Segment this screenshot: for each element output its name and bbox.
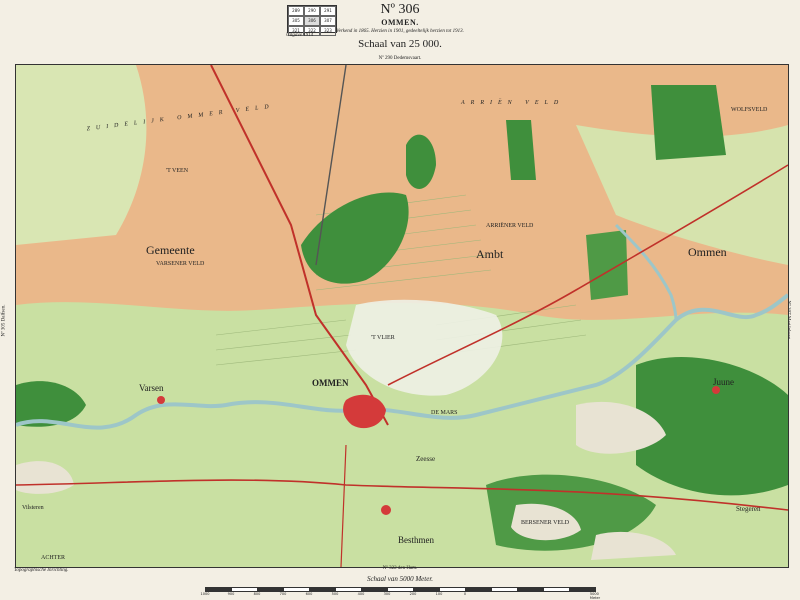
label-wolfsveld: WOLFSVELD <box>731 107 768 113</box>
scale-bar-tick: 800 <box>253 592 261 596</box>
scale-bar-segment <box>439 587 466 592</box>
label-ommen-region: Ommen <box>688 245 727 259</box>
scale-title: Schaal van 25 000. <box>358 38 442 50</box>
label-vilsteren: Vilsteren <box>22 505 44 511</box>
label-varsener-veld: VARSENER VELD <box>156 261 205 267</box>
scale-bar-tick: 1000 <box>200 592 210 596</box>
scale-bar-tick: 0 <box>463 592 467 596</box>
scale-bar-tick: 300 <box>383 592 391 596</box>
scale-bar-segment <box>491 587 518 592</box>
index-cell: 290 <box>304 6 320 16</box>
label-besthmen: Besthmen <box>398 535 434 545</box>
topographic-map: ZUIDELIJK OMMER VELD ARRIËN VELD Gemeent… <box>15 64 789 568</box>
scale-bar: 1000 900 800 700 600 500 400 300 200 100 0 5000 Met… <box>201 587 600 600</box>
index-cell: 289 <box>288 6 304 16</box>
scale-bar-tick: 700 <box>279 592 287 596</box>
label-ambt: Ambt <box>476 247 504 261</box>
label-arrien-veld: ARRIËN VELD <box>461 100 565 106</box>
forest-strip <box>506 120 536 180</box>
sheet-name: OMMEN. <box>381 18 419 27</box>
index-cell-current: 306 <box>304 16 320 26</box>
label-zeesse: Zeesse <box>416 455 436 463</box>
label-varsen: Varsen <box>139 383 164 393</box>
neighbor-sheet-top: Nº 290 Dedemsvaart. <box>378 56 422 61</box>
index-cell: 305 <box>288 16 304 26</box>
village-besthmen <box>381 505 391 515</box>
index-cell: 307 <box>320 16 336 26</box>
index-cell: 291 <box>320 6 336 16</box>
scale-bar-tick: 900 <box>227 592 235 596</box>
forest-east <box>586 230 628 300</box>
scalebar-title: Schaal van 5000 Meter. <box>366 575 434 583</box>
label-t-veen: 'T VEEN <box>166 168 189 174</box>
village-varsen <box>157 396 165 404</box>
label-ommen-town: OMMEN <box>312 378 349 388</box>
label-gemeente: Gemeente <box>146 243 195 257</box>
label-de-mars: DE MARS <box>431 410 458 416</box>
forest-northeast <box>651 85 726 160</box>
scale-bar-tick: 100 <box>435 592 443 596</box>
label-achter: ACHTER <box>41 555 65 561</box>
scale-bar-tick: 600 <box>305 592 313 596</box>
neighbor-sheet-left: Nº 305 Dalfsen. <box>1 304 7 337</box>
scale-bar-tick: 500 <box>331 592 339 596</box>
label-stegeren: Stegeren <box>736 505 761 513</box>
map-sheet: 289 290 291 305 306 307 321 322 323 Uitg… <box>0 0 800 600</box>
scale-bar-segment <box>465 587 492 592</box>
label-juune: Juune <box>713 377 734 387</box>
map-drawing <box>16 65 788 567</box>
village-juune <box>712 386 720 394</box>
revision-note: Verkend in 1865. Herzien in 1901, gedeel… <box>336 29 464 34</box>
scale-bar-tick: 400 <box>357 592 365 596</box>
scale-bar-segment <box>543 587 570 592</box>
credit-text: Topographische Inrichting. <box>14 568 69 573</box>
sheet-number: Nº 306 <box>380 2 420 17</box>
label-arriener-veld: ARRIËNER VELD <box>486 223 534 229</box>
label-vlier: 'T VLIER <box>371 335 395 341</box>
scale-bar-tick: 5000 Meter <box>589 592 601 600</box>
scale-bar-tick: 200 <box>409 592 417 596</box>
scale-bar-segment <box>517 587 544 592</box>
neighbor-sheet-bottom: Nº 322 den Ham. <box>382 566 418 571</box>
label-bersener-veld: BERSENER VELD <box>521 520 570 526</box>
